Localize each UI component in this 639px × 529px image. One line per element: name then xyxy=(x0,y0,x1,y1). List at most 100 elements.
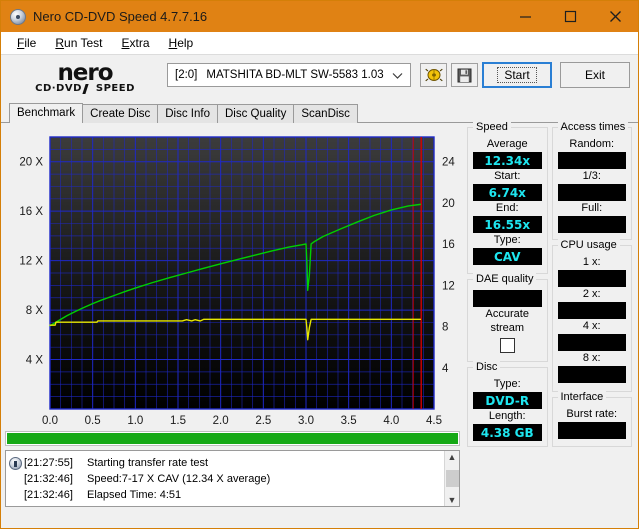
disc-bug-icon xyxy=(424,68,443,82)
interface-panel-title: Interface xyxy=(557,391,607,403)
log-message: Elapsed Time: 4:51 xyxy=(87,489,182,501)
accurate-stream-label-1: Accurate xyxy=(485,308,529,320)
cpu-8x-value xyxy=(557,366,626,383)
speed-average-label: Average xyxy=(486,138,528,150)
toolbar: nero CD·DVD SPEED [2:0] MATSHITA BD-MLT … xyxy=(1,55,638,103)
x-axis-tick: 1.5 xyxy=(170,415,186,427)
disc-panel-title: Disc xyxy=(473,361,501,373)
log-line: [21:27:55] Starting transfer rate test xyxy=(9,455,444,471)
speed-start-label: Start: xyxy=(494,170,521,182)
cpu-2x-label: 2 x: xyxy=(582,288,601,300)
x-axis-tick: 0.0 xyxy=(42,415,58,427)
cpu-1x-value xyxy=(557,270,626,287)
log-line: [21:32:46] Elapsed Time: 4:51 xyxy=(9,487,444,503)
y-axis-right-tick: 20 xyxy=(442,198,455,210)
y-axis-left-tick: 20 X xyxy=(19,157,43,169)
access-times-panel: Access times Random: 1/3: Full: xyxy=(551,121,632,240)
chevron-down-icon[interactable] xyxy=(392,64,403,86)
cpu-usage-title: CPU usage xyxy=(557,239,620,251)
access-times-title: Access times xyxy=(557,121,629,133)
tab-benchmark-label: Benchmark xyxy=(17,107,76,119)
close-button[interactable] xyxy=(593,1,638,32)
speed-end-value: 16.55x xyxy=(473,216,542,233)
tab-disc-info-label: Disc Info xyxy=(165,108,210,120)
window-title: Nero CD-DVD Speed 4.7.7.16 xyxy=(33,9,208,24)
save-button[interactable] xyxy=(451,63,478,87)
tab-scandisc[interactable]: ScanDisc xyxy=(293,104,358,123)
speed-start-value: 6.74x xyxy=(473,184,542,201)
x-axis-tick: 1.0 xyxy=(127,415,143,427)
x-axis-tick: 2.5 xyxy=(255,415,271,427)
tab-create-disc-label: Create Disc xyxy=(90,108,151,120)
scroll-up-arrow[interactable]: ▲ xyxy=(448,452,457,462)
interface-panel: Interface Burst rate: xyxy=(551,391,632,447)
tab-disc-quality[interactable]: Disc Quality xyxy=(217,104,295,123)
tab-benchmark[interactable]: Benchmark xyxy=(9,103,84,124)
drive-select[interactable]: [2:0] MATSHITA BD-MLT SW-5583 1.03 xyxy=(167,63,411,87)
y-axis-right-tick: 8 xyxy=(442,322,448,334)
accurate-stream-label-2: stream xyxy=(490,322,525,334)
cpu-1x-label: 1 x: xyxy=(582,256,601,268)
y-axis-right-tick: 4 xyxy=(442,363,449,375)
x-axis-tick: 4.0 xyxy=(383,415,399,427)
exit-button[interactable]: Exit xyxy=(560,62,630,88)
benchmark-panel: 4 X 8 X 12 X 16 X 20 X 4 8 12 16 20 24 0.0 0.5 1.0 1.5… xyxy=(1,121,638,528)
title-bar: Nero CD-DVD Speed 4.7.7.16 xyxy=(1,1,638,32)
access-full-label: Full: xyxy=(581,202,603,214)
speed-type-value: CAV xyxy=(473,248,542,265)
scrollbar-thumb[interactable] xyxy=(445,470,459,487)
disc-type-value: DVD-R xyxy=(473,392,542,409)
log-message: Starting transfer rate test xyxy=(87,457,209,469)
access-full-value xyxy=(557,216,626,233)
menu-extra[interactable]: Extra xyxy=(114,34,158,52)
y-axis-right-tick: 24 xyxy=(442,157,455,169)
log-timestamp: [21:32:46] xyxy=(24,473,73,485)
chart-and-log-column: 4 X 8 X 12 X 16 X 20 X 4 8 12 16 20 24 0.0 0.5 1.0 1.5… xyxy=(5,127,464,528)
cpu-4x-label: 4 x: xyxy=(582,320,601,332)
start-button-label: Start xyxy=(497,67,537,83)
logo-sub-right: SPEED xyxy=(95,83,135,94)
dae-quality-panel: DAE quality Accurate stream xyxy=(467,273,548,362)
logo-slash-icon xyxy=(82,83,96,94)
exit-button-label: Exit xyxy=(584,68,605,82)
tab-disc-info[interactable]: Disc Info xyxy=(157,104,218,123)
y-axis-left-tick: 16 X xyxy=(19,206,43,218)
scroll-down-arrow[interactable]: ▼ xyxy=(448,495,457,505)
x-axis-tick: 4.5 xyxy=(426,415,442,427)
burst-rate-value xyxy=(557,422,626,439)
minimize-button[interactable] xyxy=(503,1,548,32)
access-third-value xyxy=(557,184,626,201)
speed-type-label: Type: xyxy=(493,234,521,246)
stats-column-left: Speed Average 12.34x Start: 6.74x End: 1… xyxy=(467,121,548,528)
tab-disc-quality-label: Disc Quality xyxy=(225,108,287,120)
tab-scandisc-label: ScanDisc xyxy=(301,108,350,120)
cpu-8x-label: 8 x: xyxy=(582,352,601,364)
disc-bug-button[interactable] xyxy=(420,63,447,87)
menu-help[interactable]: Help xyxy=(161,34,202,52)
logo-sub-left: CD·DVD xyxy=(35,83,82,94)
x-axis-tick: 3.5 xyxy=(341,415,357,427)
tab-bar: Benchmark Create Disc Disc Info Disc Qua… xyxy=(1,103,638,124)
nero-cd-dvd-speed-window: Nero CD-DVD Speed 4.7.7.16 FFileile Run … xyxy=(0,0,639,529)
access-third-label: 1/3: xyxy=(582,170,601,182)
drive-name: MATSHITA BD-MLT SW-5583 1.03 xyxy=(206,69,384,81)
access-random-value xyxy=(557,152,626,169)
maximize-button[interactable] xyxy=(548,1,593,32)
accurate-stream-checkbox[interactable] xyxy=(499,338,515,353)
disc-length-label: Length: xyxy=(488,410,526,422)
cpu-4x-value xyxy=(557,334,626,351)
disc-type-label: Type: xyxy=(493,378,521,390)
log-timestamp: [21:32:46] xyxy=(24,489,73,501)
benchmark-chart-svg: 4 X 8 X 12 X 16 X 20 X 4 8 12 16 20 24 0.0 0.5 1.0 1.5… xyxy=(19,136,455,427)
log-scrollbar[interactable]: ▲ ▼ xyxy=(444,451,459,506)
log-lines: [21:27:55] Starting transfer rate test [21… xyxy=(6,451,444,506)
cpu-usage-panel: CPU usage 1 x: 2 x: 4 x: 8 x: xyxy=(551,239,632,392)
log-message: Speed:7-17 X CAV (12.34 X average) xyxy=(87,473,271,485)
tab-create-disc[interactable]: Create Disc xyxy=(82,104,159,123)
y-axis-left-tick: 12 X xyxy=(19,256,43,268)
y-axis-left-tick: 8 X xyxy=(26,305,44,317)
start-button[interactable]: Start xyxy=(482,62,552,88)
menu-file[interactable]: FFileile xyxy=(9,34,44,52)
menu-run-test[interactable]: Run Test xyxy=(47,34,110,52)
stats-column-right: Access times Random: 1/3: Full: CPU usag… xyxy=(551,121,632,528)
